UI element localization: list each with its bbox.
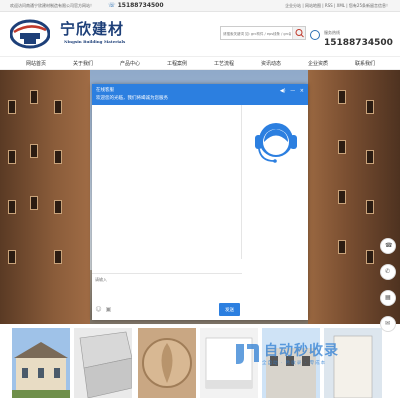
hotline-label: 服务热线: [324, 30, 340, 35]
nav-item-about[interactable]: 关于我们: [61, 60, 105, 67]
brand-name-cn: 宁欣建材: [60, 20, 125, 38]
chat-title: 在线客服: [96, 88, 114, 93]
send-button[interactable]: 发送: [219, 303, 240, 316]
product-thumb-cornice[interactable]: [74, 328, 132, 398]
chat-message-area[interactable]: [92, 105, 242, 259]
message-icon: ✉: [385, 320, 391, 327]
image-upload-icon[interactable]: ▣: [105, 306, 112, 313]
float-phone-button[interactable]: ✆: [380, 264, 396, 280]
watermark-logo-icon: [236, 344, 259, 364]
nav-item-process[interactable]: 工艺流程: [202, 60, 246, 67]
header: 宁欣建材 Ningxin Building Materials 服务热线 151…: [0, 12, 400, 56]
headset-icon: ☎: [385, 242, 393, 249]
watermark: 自动秒收录 全自动 · 秒收录 · 零成本: [232, 340, 382, 376]
sound-icon[interactable]: ◀): [280, 88, 286, 94]
float-message-button[interactable]: ✉: [380, 316, 396, 332]
qrcode-icon: ▦: [385, 294, 391, 301]
chat-window: 在线客服 欢迎您的光临，我们将竭诚为您服务 ◀) — × ☺ ▣ 发送: [92, 84, 308, 320]
chat-message-input[interactable]: [95, 277, 239, 297]
chat-header[interactable]: 在线客服 欢迎您的光临，我们将竭诚为您服务 ◀) — ×: [92, 84, 308, 105]
float-qrcode-button[interactable]: ▦: [380, 290, 396, 306]
nav-item-news[interactable]: 资讯动态: [249, 60, 293, 67]
banner-building-left: [0, 70, 90, 324]
close-icon[interactable]: ×: [300, 88, 304, 94]
phone-icon: ☏: [108, 1, 116, 9]
product-thumb-relief[interactable]: [138, 328, 196, 398]
chat-controls: ◀) — ×: [277, 88, 304, 94]
nav-item-home[interactable]: 网站首页: [14, 60, 58, 67]
chat-agent-panel: [243, 105, 308, 320]
phone-icon: ✆: [385, 268, 391, 275]
chat-welcome: 欢迎您的光临，我们将竭诚为您服务: [96, 96, 168, 101]
nav-item-contact[interactable]: 联系我们: [343, 60, 387, 67]
watermark-title: 自动秒收录: [264, 343, 339, 359]
customer-service-icon: [255, 123, 297, 163]
top-bar: 欢迎访问南通宁欣建材制造有限公司官方网站！ ☏ 15188734500 企业分站…: [0, 0, 400, 12]
welcome-text: 欢迎访问南通宁欣建材制造有限公司官方网站！: [10, 3, 94, 8]
search-input[interactable]: [223, 29, 291, 38]
float-headset-button[interactable]: ☎: [380, 238, 396, 254]
top-hotline: ☏ 15188734500: [108, 2, 164, 9]
top-links[interactable]: 企业分站 | 网站地图 | RSS | XML | 您有25条新留言信息！: [285, 3, 390, 9]
main-nav: 网站首页 关于我们 产品中心 工程案例 工艺流程 资讯动态 企业资质 联系我们: [0, 56, 400, 70]
floating-contact-bar: ☎ ✆ ▦ ✉: [380, 238, 396, 334]
chat-input-area: ☺ ▣ 发送: [92, 273, 242, 320]
hotline-number: 15188734500: [324, 38, 393, 48]
emoji-icon[interactable]: ☺: [95, 306, 102, 313]
search-button[interactable]: [292, 27, 305, 39]
top-hotline-number: 15188734500: [117, 1, 164, 9]
search-box: [220, 26, 306, 40]
minimize-icon[interactable]: —: [290, 88, 295, 94]
watermark-subtitle: 全自动 · 秒收录 · 零成本: [262, 361, 327, 366]
nav-item-products[interactable]: 产品中心: [108, 60, 152, 67]
nav-item-cases[interactable]: 工程案例: [155, 60, 199, 67]
hotline-icon: [310, 30, 320, 40]
nav-item-qualification[interactable]: 企业资质: [296, 60, 340, 67]
brand-name-en: Ningxin Building Materials: [64, 39, 126, 44]
brand-logo[interactable]: [10, 18, 50, 50]
search-icon: [295, 29, 304, 38]
product-thumb-villa[interactable]: [12, 328, 70, 398]
